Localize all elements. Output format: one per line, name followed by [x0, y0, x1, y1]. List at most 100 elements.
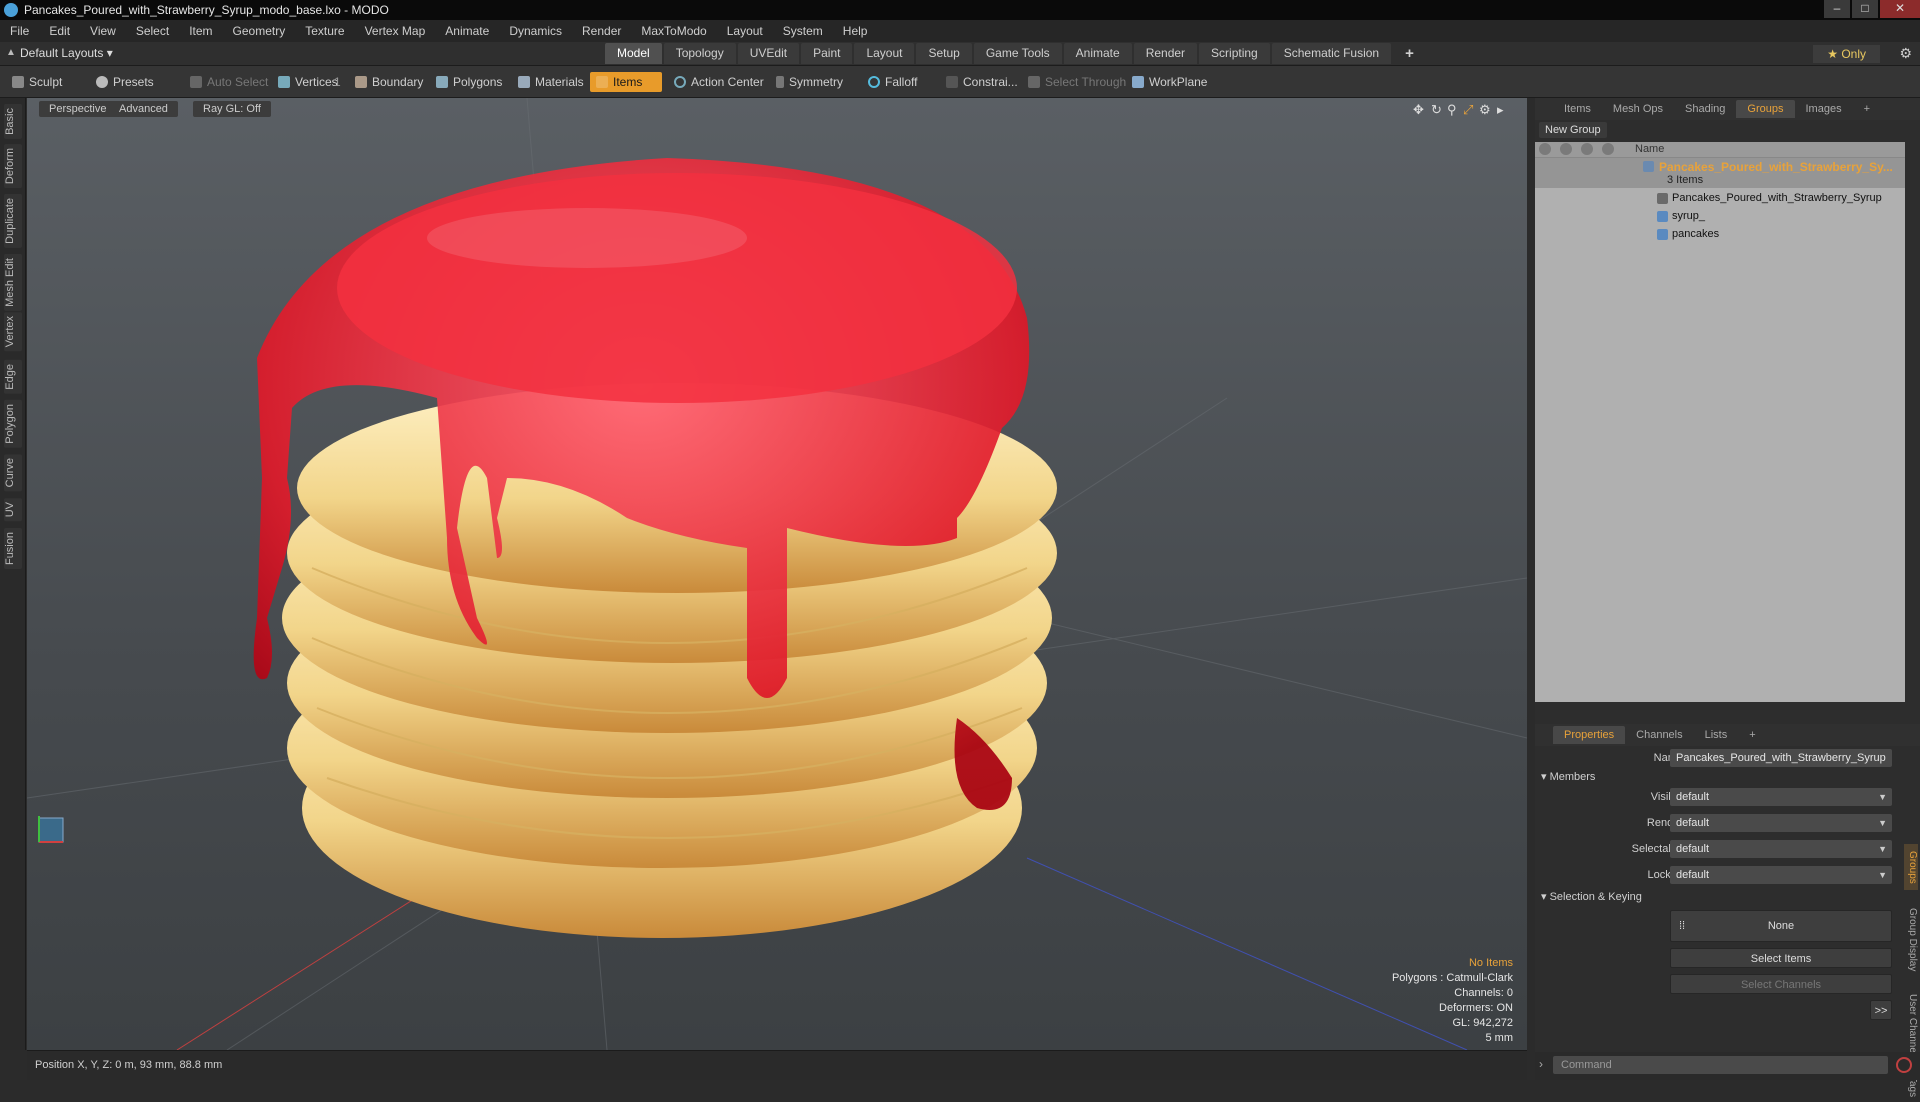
materials-button[interactable]: Materials [512, 72, 590, 92]
render-select[interactable]: default ▼ [1670, 814, 1892, 832]
tab-layout[interactable]: Layout [854, 43, 915, 64]
tab-items[interactable]: Items [1553, 100, 1602, 118]
action-center-button[interactable]: Action Center [668, 72, 770, 92]
maximize-button[interactable]: □ [1852, 0, 1878, 18]
falloff-button[interactable]: Falloff [862, 72, 923, 92]
command-input[interactable]: Command [1553, 1056, 1888, 1074]
menu-render[interactable]: Render [572, 20, 631, 42]
tab-uvedit[interactable]: UVEdit [737, 43, 800, 64]
group-row[interactable]: Pancakes_Poured_with_Strawberry_Sy... 3 … [1535, 158, 1905, 188]
menu-item[interactable]: Item [179, 20, 222, 42]
lock-column-icon[interactable] [1581, 143, 1593, 155]
add-panel-tab-button[interactable]: + [1853, 100, 1881, 118]
vertices-button[interactable]: Vertices [272, 72, 344, 92]
3d-viewport[interactable]: Perspective Advanced Ray GL: Off ✥ ↻ ⚲ ⤢… [27, 98, 1527, 1050]
perspective-dropdown[interactable]: Perspective [39, 101, 117, 117]
select-through-button[interactable]: Select Through [1022, 72, 1132, 92]
menu-layout[interactable]: Layout [717, 20, 773, 42]
rotate-view-icon[interactable]: ↻ [1431, 102, 1442, 118]
menu-texture[interactable]: Texture [295, 20, 354, 42]
lefttab-deform[interactable]: Deform [4, 144, 22, 189]
lefttab-edge[interactable]: Edge [4, 360, 22, 394]
lefttab-fusion[interactable]: Fusion [4, 528, 22, 570]
list-item[interactable]: Pancakes_Poured_with_Strawberry_Syrup [1535, 190, 1905, 207]
name-field[interactable]: Pancakes_Poured_with_Strawberry_Syrup [1670, 749, 1892, 767]
select-column-icon[interactable] [1602, 143, 1614, 155]
constraints-button[interactable]: Constrai... [940, 72, 1024, 92]
render-column-icon[interactable] [1560, 143, 1572, 155]
lefttab-mesh-edit[interactable]: Mesh Edit [4, 254, 22, 311]
menu-maxtomodo[interactable]: MaxToModo [631, 20, 716, 42]
tab-paint[interactable]: Paint [801, 43, 853, 64]
tab-groups[interactable]: Groups [1736, 100, 1795, 118]
menu-geometry[interactable]: Geometry [223, 20, 296, 42]
sidetab-groups[interactable]: Groups [1904, 844, 1918, 890]
tab-setup[interactable]: Setup [916, 43, 972, 64]
viewport-settings-icon[interactable]: ⚙ [1479, 102, 1491, 118]
tab-game-tools[interactable]: Game Tools [973, 43, 1062, 64]
close-button[interactable]: ✕ [1880, 0, 1920, 18]
more-button[interactable]: >> [1870, 1000, 1892, 1020]
list-item[interactable]: pancakes [1535, 226, 1905, 243]
tab-shading[interactable]: Shading [1674, 100, 1736, 118]
tab-scripting[interactable]: Scripting [1199, 43, 1270, 64]
symmetry-button[interactable]: Symmetry [770, 72, 849, 92]
auto-select-button[interactable]: Auto Select [184, 72, 274, 92]
visibility-column-icon[interactable] [1539, 143, 1551, 155]
fit-view-icon[interactable]: ⤢ [1463, 102, 1473, 118]
boundary-button[interactable]: Boundary [349, 72, 429, 92]
tab-images[interactable]: Images [1795, 100, 1853, 118]
menu-select[interactable]: Select [126, 20, 179, 42]
sculpt-button[interactable]: Sculpt [6, 72, 68, 92]
members-section[interactable]: ▾ Members [1541, 770, 1595, 783]
select-channels-button[interactable]: Select Channels [1670, 974, 1892, 994]
menu-animate[interactable]: Animate [435, 20, 499, 42]
menu-system[interactable]: System [773, 20, 833, 42]
layout-up-icon[interactable]: ▲ [6, 47, 16, 59]
presets-button[interactable]: Presets [90, 72, 160, 92]
tab-channels[interactable]: Channels [1625, 726, 1693, 744]
menu-view[interactable]: View [80, 20, 126, 42]
sidetab-group-display[interactable]: Group Display [1904, 900, 1918, 980]
lefttab-vertex[interactable]: Vertex [4, 312, 22, 352]
raygl-toggle[interactable]: Ray GL: Off [193, 101, 271, 117]
advanced-dropdown[interactable]: Advanced [109, 101, 178, 117]
list-item[interactable]: syrup_ [1535, 208, 1905, 225]
menu-help[interactable]: Help [833, 20, 878, 42]
default-layouts-dropdown[interactable]: Default Layouts ▾ [20, 46, 113, 60]
new-group-button[interactable]: New Group [1539, 122, 1607, 138]
viewport-expand-icon[interactable]: ▸ [1497, 102, 1504, 118]
items-button[interactable]: Items [590, 72, 662, 92]
menu-file[interactable]: File [0, 20, 39, 42]
tab-mesh-ops[interactable]: Mesh Ops [1602, 100, 1674, 118]
lefttab-basic[interactable]: Basic [4, 104, 22, 139]
menu-edit[interactable]: Edit [39, 20, 80, 42]
lefttab-duplicate[interactable]: Duplicate [4, 194, 22, 248]
tab-animate[interactable]: Animate [1063, 43, 1132, 64]
polygons-button[interactable]: Polygons [430, 72, 508, 92]
tab-schematic-fusion[interactable]: Schematic Fusion [1271, 43, 1392, 64]
workplane-button[interactable]: WorkPlane [1126, 72, 1213, 92]
tab-properties[interactable]: Properties [1553, 726, 1626, 744]
visible-select[interactable]: default ▼ [1670, 788, 1892, 806]
menu-vertex-map[interactable]: Vertex Map [355, 20, 436, 42]
move-view-icon[interactable]: ✥ [1413, 102, 1424, 118]
select-items-button[interactable]: Select Items [1670, 948, 1892, 968]
lefttab-polygon[interactable]: Polygon [4, 400, 22, 448]
menu-dynamics[interactable]: Dynamics [499, 20, 572, 42]
none-keying-button[interactable]: ⁞⁞ None [1670, 910, 1892, 942]
tab-render[interactable]: Render [1133, 43, 1198, 64]
tab-lists[interactable]: Lists [1694, 726, 1739, 744]
lefttab-curve[interactable]: Curve [4, 454, 22, 492]
selectable-select[interactable]: default ▼ [1670, 840, 1892, 858]
only-toggle[interactable]: ★ Only [1813, 45, 1880, 63]
gear-icon[interactable]: ⚙ [1899, 45, 1912, 62]
selection-keying-section[interactable]: ▾ Selection & Keying [1541, 890, 1642, 903]
add-tab-button[interactable]: + [1393, 43, 1426, 64]
lefttab-uv[interactable]: UV [4, 498, 22, 522]
zoom-view-icon[interactable]: ⚲ [1447, 102, 1457, 118]
tab-topology[interactable]: Topology [663, 43, 736, 64]
add-properties-tab-button[interactable]: + [1738, 726, 1766, 744]
command-run-icon[interactable] [1896, 1057, 1912, 1073]
tab-model[interactable]: Model [605, 43, 662, 64]
